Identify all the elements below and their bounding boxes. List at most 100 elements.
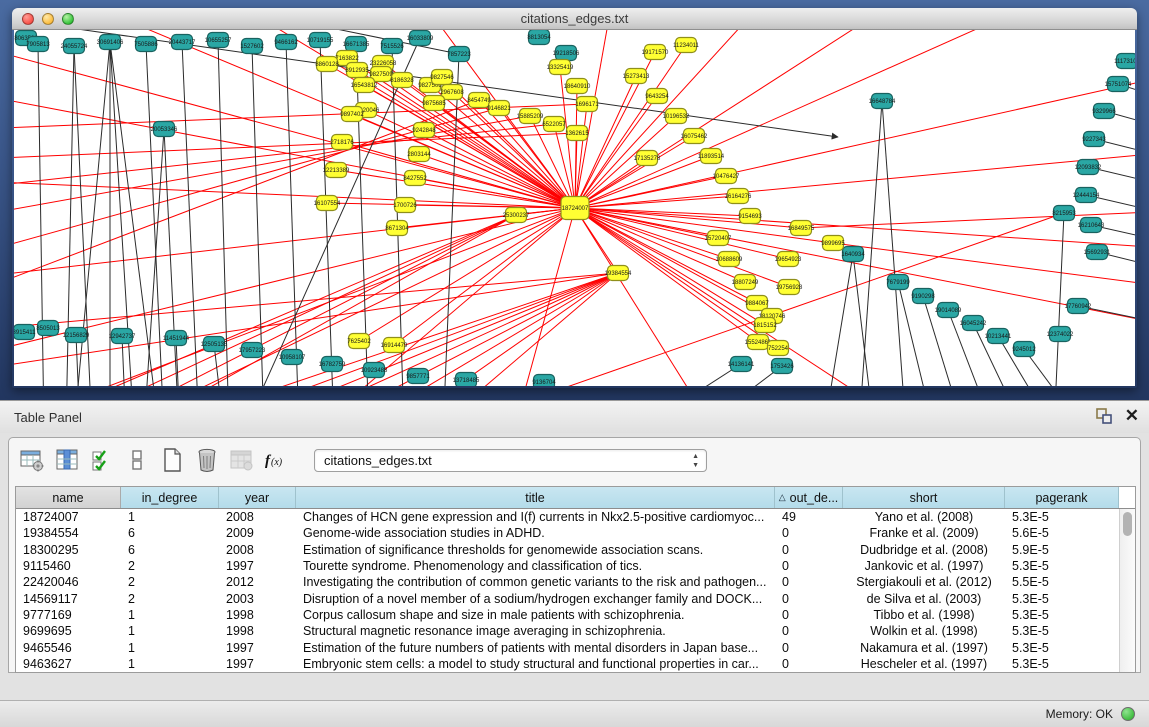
graph-node[interactable]: 19014089 — [935, 303, 962, 318]
graph-node[interactable]: 12374022 — [1047, 327, 1074, 342]
graph-node[interactable]: 20443717 — [169, 35, 196, 50]
graph-node[interactable]: 1700726 — [393, 198, 417, 213]
table-row[interactable]: 946554611997Estimation of the future num… — [16, 639, 1119, 655]
graph-node[interactable]: 7679199 — [886, 275, 910, 290]
table-row[interactable]: 1938455462009Genome-wide association stu… — [16, 525, 1119, 541]
graph-node[interactable]: 9154693 — [738, 209, 762, 224]
show-columns-button[interactable] — [52, 445, 82, 475]
citation-edge-red[interactable] — [575, 208, 801, 228]
graph-node[interactable]: 10958107 — [279, 350, 306, 365]
delete-table-button[interactable] — [227, 445, 257, 475]
network-window-titlebar[interactable]: citations_edges.txt — [12, 8, 1137, 30]
graph-node[interactable]: 16671385 — [343, 37, 370, 52]
citation-edge-red[interactable] — [14, 273, 618, 330]
graph-node[interactable]: 15751074 — [1105, 77, 1132, 92]
citation-edge-red[interactable] — [575, 136, 694, 208]
graph-node[interactable]: 11893514 — [698, 149, 725, 164]
graph-node[interactable]: 16164276 — [725, 189, 752, 204]
table-row[interactable]: 2242004622012Investigating the contribut… — [16, 574, 1119, 590]
graph-node[interactable]: 8186328 — [390, 73, 414, 88]
table-row[interactable]: 1830029562008Estimation of significance … — [16, 542, 1119, 558]
citation-edge-black[interactable] — [146, 44, 164, 386]
delete-columns-button[interactable] — [192, 445, 222, 475]
graph-node[interactable]: 7905813 — [26, 37, 50, 52]
network-view-canvas[interactable]: 8063521790581324055724306914067505886204… — [14, 30, 1135, 386]
graph-node[interactable]: 18724007 — [561, 197, 589, 220]
table-row[interactable]: 911546021997Tourette syndrome. Phenomeno… — [16, 558, 1119, 574]
graph-node[interactable]: 10213441 — [985, 329, 1012, 344]
graph-node[interactable]: 16210643 — [1078, 218, 1105, 233]
graph-node[interactable]: 19171570 — [642, 45, 669, 60]
graph-node[interactable]: 8427552 — [403, 171, 427, 186]
graph-node[interactable]: 12156829 — [63, 328, 90, 343]
graph-node[interactable]: 3915411 — [14, 325, 36, 340]
graph-node[interactable]: 11451944 — [163, 331, 190, 346]
graph-node[interactable]: 16782759 — [319, 357, 346, 372]
table-row[interactable]: 977716911998Corpus callosum shape and si… — [16, 607, 1119, 623]
citation-edge-red[interactable] — [314, 208, 575, 386]
graph-node[interactable]: 10655257 — [205, 33, 232, 48]
graph-node[interactable]: 7505886 — [134, 37, 158, 52]
citation-edge-black[interactable] — [824, 254, 853, 386]
graph-node[interactable]: 16075462 — [681, 129, 708, 144]
graph-node[interactable]: 17135278 — [634, 151, 661, 166]
graph-node[interactable]: 12093832 — [1075, 160, 1102, 175]
graph-node[interactable]: 15273413 — [623, 69, 650, 84]
column-header-name[interactable]: name — [16, 487, 121, 508]
citation-edge-red[interactable] — [354, 273, 618, 386]
column-header-pagerank[interactable]: pagerank — [1005, 487, 1119, 508]
graph-node[interactable]: 8505013 — [36, 321, 60, 336]
graph-node[interactable]: 15692931 — [1084, 245, 1111, 260]
citation-edge-black[interactable] — [320, 40, 334, 386]
graph-node[interactable]: 9643254 — [645, 89, 669, 104]
graph-node[interactable]: 12942737 — [109, 329, 136, 344]
graph-node[interactable]: 15885209 — [517, 109, 544, 124]
graph-node[interactable]: 9875685 — [422, 96, 446, 111]
graph-node[interactable]: 24055724 — [61, 39, 88, 54]
scrollbar-thumb[interactable] — [1123, 512, 1132, 536]
close-panel-icon[interactable]: ✕ — [1125, 407, 1139, 425]
table-row[interactable]: 946362711997Embryonic stem cells: a mode… — [16, 656, 1119, 672]
graph-node[interactable]: 15720407 — [705, 231, 732, 246]
graph-node[interactable]: 16033809 — [407, 31, 434, 46]
graph-node[interactable]: 2803144 — [407, 147, 431, 162]
column-header-title[interactable]: title — [296, 487, 775, 508]
table-row[interactable]: 1456911722003Disruption of a novel membe… — [16, 590, 1119, 606]
graph-node[interactable]: 1362615 — [565, 126, 589, 141]
graph-node[interactable]: 6522057 — [542, 117, 566, 132]
graph-node[interactable]: 14136141 — [728, 357, 755, 372]
graph-node[interactable]: 9857771 — [406, 369, 430, 384]
graph-node[interactable]: 25300237 — [503, 208, 530, 223]
graph-node[interactable]: 752254 — [768, 341, 789, 356]
function-builder-button[interactable]: f (x) — [262, 445, 292, 475]
citation-edge-red[interactable] — [14, 208, 575, 280]
float-panel-icon[interactable] — [1095, 407, 1113, 425]
graph-node[interactable]: 11234011 — [673, 38, 699, 53]
graph-node[interactable]: 1753426 — [770, 359, 794, 374]
table-mode-button[interactable] — [17, 445, 47, 475]
graph-node[interactable]: 1527602 — [240, 39, 264, 54]
graph-node[interactable]: 9329966 — [1092, 104, 1116, 119]
graph-node[interactable]: 10476427 — [713, 169, 740, 184]
graph-node[interactable]: 16543812 — [351, 78, 378, 93]
graph-node[interactable]: 10719155 — [307, 33, 334, 48]
citation-edge-black[interactable] — [1054, 213, 1064, 386]
graph-node[interactable]: 8860128 — [315, 57, 339, 72]
column-header-out_de...[interactable]: △out_de... — [775, 487, 843, 508]
graph-node[interactable]: 17760942 — [1065, 299, 1092, 314]
zoom-window-button[interactable] — [62, 13, 74, 25]
graph-node[interactable]: 19384554 — [605, 266, 632, 281]
table-selector-dropdown[interactable]: citations_edges.txt ▲▼ — [314, 449, 707, 472]
graph-node[interactable]: 30691406 — [97, 35, 124, 50]
close-window-button[interactable] — [22, 13, 34, 25]
citation-edge-red[interactable] — [575, 116, 676, 208]
graph-node[interactable]: 16914479 — [381, 338, 408, 353]
graph-node[interactable]: 18807249 — [732, 275, 759, 290]
graph-node[interactable]: 19756928 — [776, 280, 803, 295]
select-all-button[interactable] — [87, 445, 117, 475]
graph-node[interactable]: 16107554 — [314, 196, 341, 211]
graph-node[interactable]: 9897402 — [340, 107, 364, 122]
graph-node[interactable]: 12213389 — [323, 163, 350, 178]
graph-node[interactable]: 8671304 — [385, 221, 409, 236]
column-header-year[interactable]: year — [219, 487, 296, 508]
